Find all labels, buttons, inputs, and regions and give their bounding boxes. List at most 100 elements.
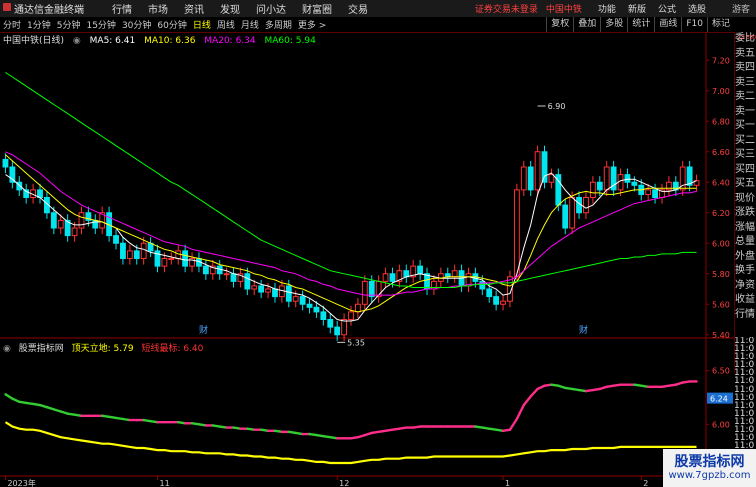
indicator-legend: ◉ 股票指标网 顶天立地: 5.79 短线最标: 6.40 [3, 341, 208, 354]
candle-body [78, 212, 85, 229]
candle-body [327, 319, 334, 328]
candle-body [451, 270, 458, 278]
date-tick-label: 1 [505, 479, 510, 487]
candle-body [292, 296, 299, 302]
price-tick-label: 7.00 [712, 87, 730, 96]
candle-body [645, 189, 652, 195]
candle-body [354, 303, 361, 313]
indicator-settings-icon[interactable]: ◉ [3, 344, 11, 354]
quote-side-panel: L2 300 委比 卖五 卖四 卖三 卖二 卖一 买一 买二 买三 买四 买五 … [734, 32, 756, 373]
side-label: 涨跌 [735, 207, 755, 218]
finance-marker: 财 [199, 324, 208, 336]
candle-body [583, 197, 589, 214]
candle-body [182, 250, 189, 267]
candle-body [624, 174, 631, 183]
indicator-tick-label: 6.00 [712, 420, 730, 429]
candle-body [133, 250, 140, 259]
indicator-short-segment [522, 395, 532, 407]
price-tick-label: 6.20 [712, 209, 730, 218]
candle-body [113, 235, 119, 244]
candle-body [161, 258, 168, 267]
kline-chart[interactable]: 5.40 5.60 5.80 6.00 6.20 6.40 6.60 6.80 7.00 7.20… [0, 0, 734, 487]
indicator-value-badge-text: 6.24 [710, 395, 728, 404]
side-label: 买一 [735, 120, 755, 131]
candle-body [299, 296, 306, 305]
candle-body [652, 189, 658, 198]
side-label: 换手 [735, 265, 755, 276]
candle-body [168, 258, 175, 260]
candle-body [589, 181, 596, 198]
side-label: 买二 [735, 134, 755, 146]
indicator-tick-label: 6.50 [712, 367, 730, 376]
candle-body [251, 285, 258, 290]
candle-body [306, 303, 313, 308]
watermark-url: www.7gpzb.com [668, 470, 751, 481]
price-tick-label: 5.40 [712, 331, 730, 340]
candle-body [368, 280, 375, 298]
candle-body [389, 273, 396, 282]
indicator-short-label: 短线最标: 6.40 [141, 344, 204, 354]
price-tick-label: 7.20 [712, 56, 730, 65]
side-label: 涨幅 [735, 221, 755, 233]
side-label: 现价 [735, 192, 755, 204]
candle-body [230, 273, 237, 282]
legend-settings-icon[interactable]: ◉ [73, 36, 81, 46]
candle-body [348, 311, 354, 320]
candle-body [513, 189, 520, 278]
indicator-long-line [4, 421, 697, 465]
candle-body [2, 158, 9, 168]
main-chart-legend: 中国中铁(日线) ◉ MA5: 6.41 MA10: 6.36 MA20: 6.… [3, 33, 322, 46]
candle-body [265, 288, 271, 293]
price-tick-label: 6.60 [712, 148, 730, 157]
candle-body [272, 288, 278, 298]
side-label: 总量 [735, 236, 755, 247]
indicator-short-segment [529, 387, 539, 398]
candle-body [223, 273, 230, 276]
level2-tag: L2 300 [738, 35, 756, 41]
side-label: 行情 [735, 308, 755, 320]
candle-body [244, 273, 251, 290]
candle-body [631, 181, 638, 186]
candle-body [569, 197, 576, 229]
ma10-label: MA10: 6.36 [144, 36, 196, 46]
candle-body [534, 151, 541, 191]
price-tick-label: 5.60 [712, 300, 730, 309]
candle-body [596, 181, 603, 191]
candle-body [9, 166, 16, 183]
candle-body [527, 166, 534, 191]
candle-body [341, 319, 348, 336]
low-price-label: 5.35 [347, 338, 365, 347]
price-axis: 5.40 5.60 5.80 6.00 6.20 6.40 6.60 6.80 7.00 7.20 [706, 56, 730, 340]
candlesticks [2, 145, 700, 341]
candle-body [258, 285, 265, 293]
watermark-title: 股票指标网 [674, 454, 745, 470]
date-tick-label: 12 [339, 479, 349, 487]
side-label: 买三 [735, 149, 755, 160]
side-label: 卖四 [735, 62, 755, 73]
date-tick-label: 2 [643, 479, 648, 487]
chart-grid [0, 32, 734, 477]
candle-body [382, 273, 389, 282]
candle-body [548, 174, 555, 183]
date-tick-label: 2023年 [7, 478, 35, 487]
price-tick-label: 6.80 [712, 117, 730, 126]
candle-body [500, 300, 506, 305]
candle-body [126, 250, 133, 259]
candle-body [313, 306, 320, 313]
stock-title: 中国中铁(日线) [3, 36, 65, 46]
chart-annotations: 6.90 5.35 财 财 [199, 102, 588, 347]
indicator-chart: 5.506.006.506.24 [4, 367, 733, 483]
side-label: 收益 [735, 294, 755, 305]
indicator-short-segment [508, 417, 519, 431]
candle-body [120, 242, 126, 259]
watermark: 股票指标网 www.7gpzb.com [663, 449, 756, 487]
ma60-label: MA60: 5.94 [264, 36, 316, 46]
side-label: 外盘 [735, 250, 755, 262]
ma5-label: MA5: 6.41 [89, 36, 136, 46]
indicator-long-label: 顶天立地: 5.79 [71, 344, 134, 354]
ma20-label: MA20: 6.34 [204, 36, 256, 46]
candle-body [361, 280, 368, 305]
candle-body [57, 219, 64, 229]
finance-marker: 财 [579, 324, 588, 336]
side-label: 卖五 [735, 47, 755, 59]
